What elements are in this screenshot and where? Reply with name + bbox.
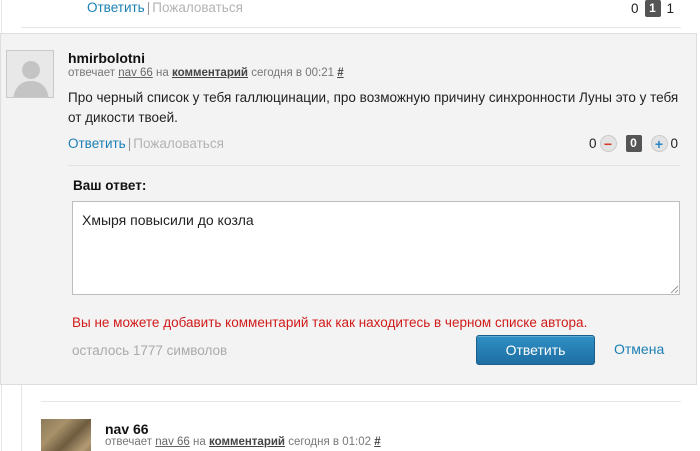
vote-score-badge: 1: [644, 0, 661, 17]
submit-reply-button[interactable]: Ответить: [476, 335, 595, 365]
meta-target-user-link[interactable]: nav 66: [155, 436, 190, 448]
reply-link[interactable]: Ответить: [68, 136, 126, 151]
meta-on-text: на: [156, 67, 169, 79]
vote-plus-count: 0: [670, 136, 679, 151]
meta-replies-text: отвечает: [105, 436, 153, 448]
comment-author[interactable]: nav 66: [105, 421, 149, 437]
blacklist-error-message: Вы не можете добавить комментарий так ка…: [72, 315, 588, 330]
comment-author[interactable]: hmirbolotni: [68, 50, 145, 66]
vote-score-badge: 0: [625, 135, 642, 152]
prev-comment-actions: Ответить | Пожаловаться: [87, 0, 243, 15]
meta-target-user-link[interactable]: nav 66: [118, 67, 153, 79]
thread-line: [21, 385, 22, 451]
separator: |: [146, 0, 151, 15]
comment-meta: отвечает nav 66 на комментарий сегодня в…: [68, 67, 344, 79]
vote-minus-count: 0: [631, 1, 639, 16]
vote-down-icon[interactable]: −: [599, 135, 617, 152]
avatar[interactable]: [41, 419, 91, 451]
reply-link[interactable]: Ответить: [87, 0, 145, 15]
vote-plus-count: 1: [666, 1, 675, 16]
comment-text: Про черный список у тебя галлюцинации, п…: [68, 90, 679, 125]
comment-vote-widget: 0 − 0 + 0: [589, 135, 678, 152]
reply-textarea[interactable]: Хмыря повысили до козла: [72, 201, 680, 295]
avatar[interactable]: [6, 50, 54, 98]
meta-comment-link[interactable]: комментарий: [209, 436, 285, 448]
comment-actions: Ответить | Пожаловаться: [68, 136, 224, 151]
resize-grip-icon[interactable]: [670, 285, 678, 293]
meta-on-text: на: [193, 436, 206, 448]
reply-form-label: Ваш ответ:: [73, 178, 147, 193]
meta-permalink[interactable]: #: [337, 67, 343, 79]
chars-left-counter: осталось 1777 символов: [72, 343, 228, 358]
complain-link[interactable]: Пожаловаться: [133, 136, 224, 151]
divider: [68, 165, 680, 166]
prev-vote-widget: 0 1 1: [631, 0, 674, 17]
vote-minus-count: 0: [589, 136, 597, 151]
comments-page: Ответить | Пожаловаться 0 1 1 hmirbolotni …: [0, 0, 700, 451]
meta-time: сегодня в 00:21: [251, 67, 334, 79]
meta-permalink[interactable]: #: [374, 436, 380, 448]
comment-meta: отвечает nav 66 на комментарий сегодня в…: [105, 436, 381, 448]
divider: [41, 401, 681, 402]
divider: [21, 27, 681, 28]
meta-replies-text: отвечает: [68, 67, 116, 79]
separator: |: [127, 136, 132, 151]
meta-comment-link[interactable]: комментарий: [172, 67, 248, 79]
default-user-icon: [7, 51, 53, 97]
cancel-link[interactable]: Отмена: [614, 341, 664, 357]
vote-up-icon[interactable]: +: [650, 135, 668, 152]
complain-link[interactable]: Пожаловаться: [152, 0, 243, 15]
meta-time: сегодня в 01:02: [288, 436, 371, 448]
